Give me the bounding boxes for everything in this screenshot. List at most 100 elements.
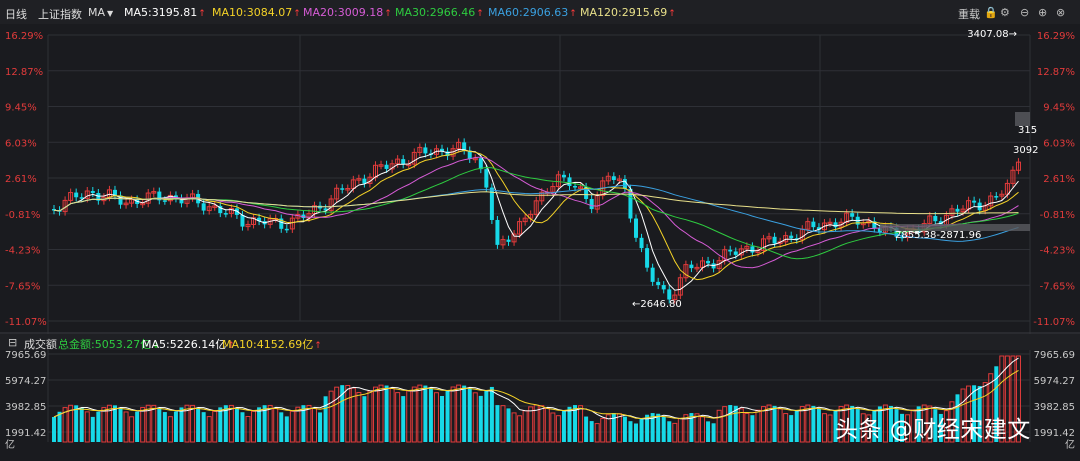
- candle-body: [74, 192, 79, 198]
- volume-bar: [328, 390, 334, 443]
- volume-header: ⊟ 成交额 总金额:5053.27亿↓ MA5:5226.14亿↑ MA10:4…: [0, 334, 1080, 351]
- volume-bar: [96, 411, 101, 442]
- volume-bar: [445, 390, 450, 442]
- volume-bar: [799, 406, 805, 443]
- reload-button[interactable]: 重载: [958, 6, 980, 22]
- volume-bar: [218, 407, 223, 442]
- symbol-name: 上证指数: [38, 8, 82, 21]
- volume-bar: [245, 415, 251, 443]
- volume-bar: [667, 421, 672, 442]
- volume-bar: [561, 410, 566, 442]
- volume-bar: [123, 411, 129, 443]
- volume-bar: [760, 406, 766, 443]
- volume-bar: [567, 406, 572, 442]
- candle-body: [495, 219, 500, 245]
- ma-line: [53, 148, 1019, 291]
- volume-tick-left: 1991.42: [5, 428, 46, 439]
- volume-bar: [706, 421, 711, 442]
- volume-ma5: MA5:5226.14亿↑: [142, 338, 235, 351]
- volume-bar: [423, 385, 428, 442]
- volume-bar: [162, 412, 167, 442]
- candle-body: [340, 188, 345, 190]
- volume-bar: [628, 421, 633, 442]
- lock-icon[interactable]: 🔒: [984, 6, 998, 19]
- volume-bar: [228, 404, 234, 443]
- volume-bar: [206, 416, 212, 443]
- volume-bar: [279, 412, 284, 442]
- candle-body: [567, 177, 572, 186]
- up-arrow-icon: ↑: [569, 9, 577, 19]
- volume-bar: [694, 413, 700, 443]
- candle-body: [484, 169, 489, 188]
- volume-ma10: MA10:4152.69亿↑: [222, 338, 322, 351]
- volume-bar: [550, 412, 556, 443]
- volume-bar: [212, 410, 218, 443]
- volume-bar: [528, 406, 534, 443]
- volume-bar: [700, 416, 706, 443]
- candle-body: [772, 236, 777, 244]
- volume-bar: [273, 407, 279, 443]
- candle-body: [972, 200, 977, 203]
- volume-bar: [112, 405, 117, 442]
- price-tick-right: -7.65%: [1040, 281, 1075, 292]
- volume-bar: [472, 392, 478, 443]
- low-annotation: ←2646.80: [632, 299, 682, 310]
- volume-bar: [827, 414, 833, 443]
- volume-bar: [52, 417, 56, 442]
- volume-bar: [101, 407, 107, 443]
- volume-bar: [90, 416, 95, 442]
- volume-bar: [584, 416, 589, 442]
- candle-body: [362, 178, 367, 184]
- volume-bar: [750, 415, 755, 442]
- volume-bar: [118, 407, 123, 442]
- kline-chart[interactable]: 16.29% 16.29% 12.87% 12.87% 9.45% 9.45% 6.03% 6…: [0, 24, 1080, 461]
- price-tick-left: 9.45%: [5, 103, 37, 114]
- volume-bar: [755, 409, 761, 443]
- volume-bar: [389, 387, 395, 443]
- volume-bar: [794, 410, 799, 442]
- volume-bar: [821, 413, 827, 443]
- volume-bar: [372, 386, 378, 443]
- volume-bar: [406, 390, 412, 443]
- price-tick-right: 16.29%: [1037, 31, 1075, 42]
- volume-tick-right: 5974.27: [1034, 376, 1075, 387]
- plus-circle-icon[interactable]: ⊕: [1038, 6, 1047, 19]
- volume-bar: [306, 404, 312, 443]
- volume-bar: [661, 416, 666, 442]
- close-circle-icon[interactable]: ⊗: [1056, 6, 1065, 19]
- volume-bar: [544, 407, 550, 443]
- volume-unit-left: 亿: [5, 438, 15, 451]
- candle-body: [639, 237, 644, 249]
- candle-body: [689, 264, 694, 269]
- candle-body: [933, 215, 938, 222]
- price-tick-left: 12.87%: [5, 67, 43, 78]
- volume-bar: [711, 423, 716, 442]
- candle-body: [750, 246, 755, 253]
- volume-bar: [728, 405, 733, 442]
- volume-bar: [634, 423, 638, 442]
- settings-icon[interactable]: ⚙: [1000, 6, 1010, 19]
- ma120-value: MA120:2915.69↑: [580, 6, 676, 19]
- volume-bar: [428, 388, 433, 442]
- volume-bar: [345, 384, 351, 443]
- volume-bar: [783, 413, 789, 443]
- volume-bar: [190, 404, 196, 443]
- volume-bar: [129, 416, 135, 443]
- candle-body: [90, 190, 95, 194]
- up-arrow-icon: ↑: [198, 9, 206, 19]
- price-tick-left: -4.23%: [5, 246, 40, 257]
- period-label[interactable]: 日线: [5, 6, 27, 22]
- candle-body: [573, 185, 578, 188]
- volume-bar: [367, 390, 373, 443]
- indicator-selector[interactable]: MA ▼: [88, 6, 113, 19]
- volume-bar: [517, 415, 523, 443]
- minus-circle-icon[interactable]: ⊖: [1020, 6, 1029, 19]
- price-tick-left: 2.61%: [5, 174, 37, 185]
- volume-bar: [179, 407, 184, 442]
- volume-bar: [450, 386, 456, 443]
- candle-body: [955, 208, 960, 212]
- volume-bar: [240, 412, 245, 442]
- volume-bar: [196, 407, 201, 442]
- collapse-icon[interactable]: ⊟: [8, 336, 17, 349]
- volume-bar: [555, 415, 561, 443]
